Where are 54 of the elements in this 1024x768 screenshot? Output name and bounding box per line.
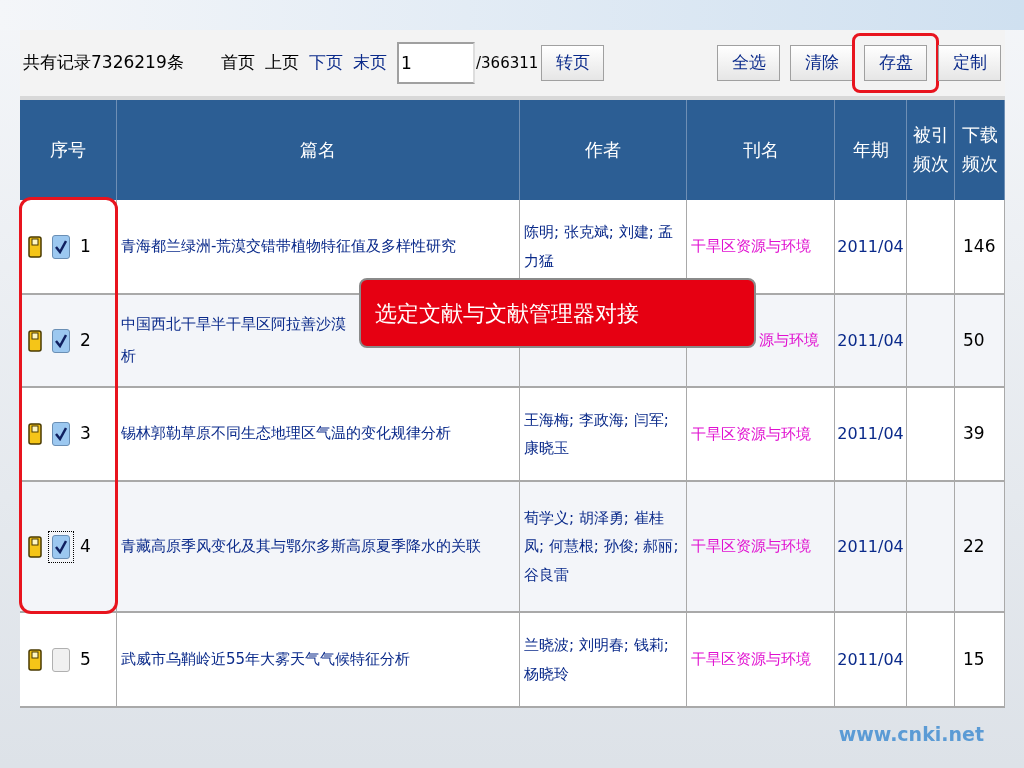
journal-link[interactable]: 干旱区资源与环境 <box>691 535 811 558</box>
column-header: 年期 <box>835 100 907 200</box>
row-number: 2 <box>80 328 91 352</box>
record-count: 共有记录7326219条 <box>23 51 185 75</box>
journal-link[interactable]: 干旱区资源与环境 <box>691 235 811 258</box>
download-count: 39 <box>963 422 985 446</box>
checkbox[interactable] <box>52 328 70 353</box>
site-url: www.cnki.net <box>838 722 984 747</box>
callout-tooltip: 选定文献与文献管理器对接 <box>359 278 756 348</box>
issue-text: 2011/04 <box>837 235 904 258</box>
checkbox[interactable] <box>52 234 70 259</box>
authors-text[interactable]: 兰晓波; 刘明春; 钱莉; 杨晓玲 <box>524 631 682 688</box>
download-count: 146 <box>963 234 996 258</box>
download-count: 15 <box>963 647 985 671</box>
issue-text: 2011/04 <box>837 535 904 558</box>
toolbar-button[interactable]: 清除 <box>790 45 853 81</box>
authors-text[interactable]: 王海梅; 李政海; 闫军; 康晓玉 <box>524 405 682 463</box>
article-title-link[interactable]: 析 <box>121 340 346 372</box>
row-number: 3 <box>80 422 91 446</box>
row-number: 5 <box>80 647 91 671</box>
goto-button[interactable]: 转页 <box>541 45 605 81</box>
checkbox[interactable] <box>52 647 70 672</box>
column-header: 被引频次 <box>907 100 955 200</box>
authors-text[interactable]: 荀学义; 胡泽勇; 崔桂凤; 何慧根; 孙俊; 郝丽; 谷良雷 <box>524 503 682 590</box>
toolbar-button[interactable]: 存盘 <box>864 45 927 81</box>
pager-link[interactable]: 上页 <box>265 50 299 76</box>
pager-link[interactable]: 首页 <box>221 50 255 76</box>
issue-text: 2011/04 <box>837 423 904 445</box>
column-header: 序号 <box>20 100 117 200</box>
page-total: /366311 <box>476 52 539 74</box>
download-count: 50 <box>963 328 985 352</box>
download-count: 22 <box>963 534 985 558</box>
column-header: 作者 <box>520 100 687 200</box>
pager-link[interactable]: 末页 <box>353 50 387 76</box>
column-header: 下载频次 <box>955 100 1005 200</box>
journal-link[interactable]: 干旱区资源与环境 <box>691 648 811 671</box>
article-title-link[interactable]: 武威市乌鞘岭近55年大雾天气气候特征分析 <box>121 643 411 676</box>
article-title-link[interactable]: 中国西北干旱半干旱区阿拉善沙漠 <box>121 309 346 341</box>
journal-link[interactable]: 干旱区资源与环境 <box>691 422 811 446</box>
issue-text: 2011/04 <box>837 648 904 671</box>
checkbox[interactable] <box>52 422 70 446</box>
pager-link[interactable]: 下页 <box>309 50 343 76</box>
column-header: 篇名 <box>117 100 520 200</box>
article-title-link[interactable]: 锡林郭勒草原不同生态地理区气温的变化规律分析 <box>121 418 451 450</box>
toolbar-button[interactable]: 定制 <box>938 45 1001 81</box>
authors-text[interactable]: 陈明; 张克斌; 刘建; 孟力猛 <box>524 218 682 275</box>
column-header: 刊名 <box>687 100 835 200</box>
toolbar-button[interactable]: 全选 <box>717 45 780 81</box>
issue-text: 2011/04 <box>837 329 904 352</box>
article-title-link[interactable]: 青海都兰绿洲-荒漠交错带植物特征值及多样性研究 <box>121 230 457 263</box>
journal-link[interactable]: 源与环境 <box>759 329 819 352</box>
row-number: 1 <box>80 234 91 258</box>
row-number: 4 <box>80 534 91 558</box>
page-input[interactable]: 1 <box>397 42 475 84</box>
